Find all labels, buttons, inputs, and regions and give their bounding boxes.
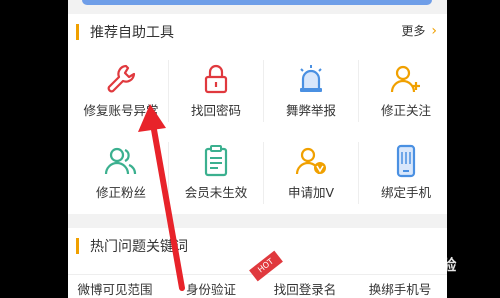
clipboard-icon <box>204 145 228 177</box>
tool-label: 会员未生效 <box>184 185 248 200</box>
tool-repair-account[interactable]: 修复账号异常 <box>74 58 168 138</box>
keyword-item[interactable]: 身份验证 <box>164 279 258 298</box>
user-plus-icon <box>390 65 420 93</box>
user-v-icon <box>295 147 326 175</box>
tool-find-password[interactable]: 找回密码 <box>169 58 263 138</box>
chevron-right-icon: › <box>431 23 437 39</box>
tool-label: 修正粉丝 <box>95 185 146 200</box>
tool-membership[interactable]: 会员未生效 <box>169 140 263 220</box>
watermark-text: Baid经验 <box>388 256 457 274</box>
tool-label: 找回密码 <box>190 103 241 118</box>
more-link[interactable]: 更多 › <box>401 22 437 39</box>
wrench-icon <box>107 64 136 93</box>
users-icon <box>104 147 137 175</box>
siren-icon <box>300 65 322 92</box>
tool-report-fraud[interactable]: 舞弊举报 <box>264 58 358 138</box>
keyword-item[interactable]: 微博可见范围 <box>68 279 162 298</box>
tool-apply-v[interactable]: 申请加V <box>264 140 358 220</box>
keyword-item[interactable]: 换绑手机号 <box>353 279 447 298</box>
tool-label: 修复账号异常 <box>83 103 159 118</box>
phone-icon <box>396 144 416 178</box>
section-accent-bar <box>76 24 79 40</box>
baidu-watermark: ✿ Baid经验 <box>372 254 456 275</box>
tool-label: 舞弊举报 <box>285 103 336 118</box>
section-gap <box>68 214 447 228</box>
paw-icon: ✿ <box>372 258 384 274</box>
tool-label: 绑定手机 <box>380 185 431 200</box>
top-blue-banner <box>82 0 432 5</box>
tool-fix-follow[interactable]: 修正关注 <box>359 58 447 138</box>
section-header-tools: 推荐自助工具 更多 › <box>68 14 447 48</box>
tool-bind-phone[interactable]: 绑定手机 <box>359 140 447 220</box>
more-label: 更多 <box>401 24 426 38</box>
tool-fix-fans[interactable]: 修正粉丝 <box>74 140 168 220</box>
section-accent-bar <box>76 238 79 254</box>
lock-icon <box>204 64 228 94</box>
tool-label: 修正关注 <box>380 103 431 118</box>
section-title: 推荐自助工具 <box>90 25 174 41</box>
keyword-item[interactable]: 找回登录名 <box>258 279 352 298</box>
tool-label: 申请加V <box>287 185 335 200</box>
section-title: 热门问题关键词 <box>90 239 188 255</box>
left-black-border <box>0 0 68 298</box>
